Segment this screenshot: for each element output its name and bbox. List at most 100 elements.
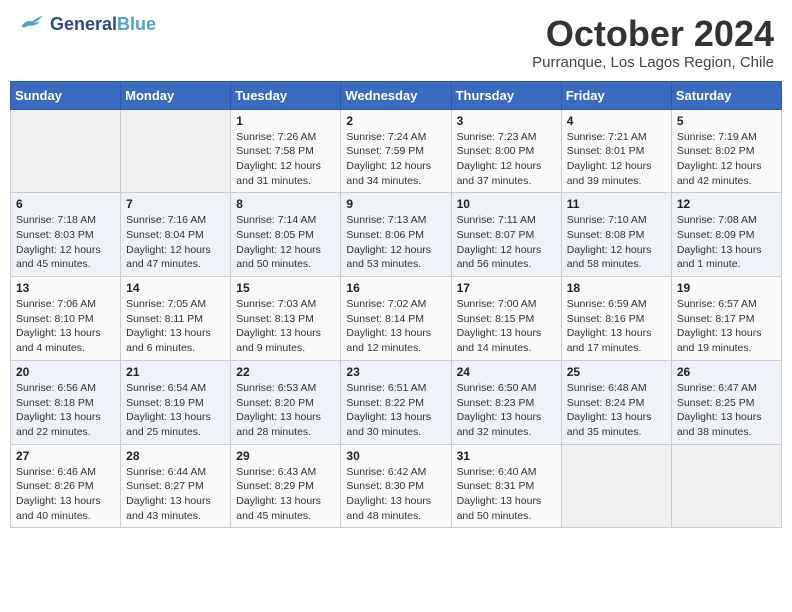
- calendar-week-2: 6 Sunrise: 7:18 AMSunset: 8:03 PMDaylight…: [11, 193, 782, 277]
- day-detail: Sunrise: 6:48 AMSunset: 8:24 PMDaylight:…: [567, 381, 666, 440]
- month-title: October 2024: [532, 14, 774, 54]
- logo-general: General: [50, 14, 117, 34]
- calendar-table: SundayMondayTuesdayWednesdayThursdayFrid…: [10, 81, 782, 529]
- calendar-cell: 27Sunrise: 6:46 AMSunset: 8:26 PMDayligh…: [11, 444, 121, 528]
- calendar-cell: 19Sunrise: 6:57 AMSunset: 8:17 PMDayligh…: [671, 277, 781, 361]
- day-detail: Sunrise: 6:40 AMSunset: 8:31 PMDaylight:…: [457, 465, 556, 524]
- day-number: 29: [236, 449, 335, 463]
- weekday-tuesday: Tuesday: [231, 81, 341, 109]
- location-subtitle: Purranque, Los Lagos Region, Chile: [532, 54, 774, 71]
- calendar-cell: 22Sunrise: 6:53 AMSunset: 8:20 PMDayligh…: [231, 360, 341, 444]
- day-number: 22: [236, 365, 335, 379]
- day-detail: Sunrise: 7:06 AMSunset: 8:10 PMDaylight:…: [16, 297, 115, 356]
- calendar-body: 1Sunrise: 7:26 AMSunset: 7:58 PMDaylight…: [11, 109, 782, 528]
- weekday-sunday: Sunday: [11, 81, 121, 109]
- day-number: 7: [126, 197, 225, 211]
- day-detail: Sunrise: 7:19 AMSunset: 8:02 PMDaylight:…: [677, 130, 776, 189]
- day-number: 26: [677, 365, 776, 379]
- calendar-cell: 9 Sunrise: 7:13 AMSunset: 8:06 PMDaylight…: [341, 193, 451, 277]
- day-number: 14: [126, 281, 225, 295]
- day-number: 9: [346, 197, 445, 211]
- calendar-cell: 17 Sunrise: 7:00 AMSunset: 8:15 PMDayligh…: [451, 277, 561, 361]
- day-number: 19: [677, 281, 776, 295]
- calendar-cell: 24 Sunrise: 6:50 AMSunset: 8:23 PMDayligh…: [451, 360, 561, 444]
- weekday-monday: Monday: [121, 81, 231, 109]
- day-number: 24: [457, 365, 556, 379]
- calendar-cell: 30Sunrise: 6:42 AMSunset: 8:30 PMDayligh…: [341, 444, 451, 528]
- calendar-cell: 25 Sunrise: 6:48 AMSunset: 8:24 PMDayligh…: [561, 360, 671, 444]
- day-detail: Sunrise: 7:02 AMSunset: 8:14 PMDaylight:…: [346, 297, 445, 356]
- day-detail: Sunrise: 7:05 AMSunset: 8:11 PMDaylight:…: [126, 297, 225, 356]
- calendar-cell: 18 Sunrise: 6:59 AMSunset: 8:16 PMDayligh…: [561, 277, 671, 361]
- day-detail: Sunrise: 7:10 AMSunset: 8:08 PMDaylight:…: [567, 213, 666, 272]
- day-detail: Sunrise: 6:50 AMSunset: 8:23 PMDaylight:…: [457, 381, 556, 440]
- day-number: 18: [567, 281, 666, 295]
- day-number: 15: [236, 281, 335, 295]
- calendar-cell: 2 Sunrise: 7:24 AMSunset: 7:59 PMDaylight…: [341, 109, 451, 193]
- weekday-friday: Friday: [561, 81, 671, 109]
- day-detail: Sunrise: 6:59 AMSunset: 8:16 PMDaylight:…: [567, 297, 666, 356]
- day-detail: Sunrise: 6:54 AMSunset: 8:19 PMDaylight:…: [126, 381, 225, 440]
- calendar-cell: 23 Sunrise: 6:51 AMSunset: 8:22 PMDayligh…: [341, 360, 451, 444]
- day-number: 5: [677, 114, 776, 128]
- weekday-header-row: SundayMondayTuesdayWednesdayThursdayFrid…: [11, 81, 782, 109]
- calendar-cell: 10 Sunrise: 7:11 AMSunset: 8:07 PMDayligh…: [451, 193, 561, 277]
- day-detail: Sunrise: 6:42 AMSunset: 8:30 PMDaylight:…: [346, 465, 445, 524]
- day-detail: Sunrise: 7:08 AMSunset: 8:09 PMDaylight:…: [677, 213, 776, 272]
- day-number: 20: [16, 365, 115, 379]
- day-number: 4: [567, 114, 666, 128]
- day-detail: Sunrise: 7:00 AMSunset: 8:15 PMDaylight:…: [457, 297, 556, 356]
- calendar-cell: 12 Sunrise: 7:08 AMSunset: 8:09 PMDayligh…: [671, 193, 781, 277]
- day-detail: Sunrise: 6:44 AMSunset: 8:27 PMDaylight:…: [126, 465, 225, 524]
- calendar-cell: 15 Sunrise: 7:03 AMSunset: 8:13 PMDayligh…: [231, 277, 341, 361]
- day-number: 23: [346, 365, 445, 379]
- calendar-week-3: 13Sunrise: 7:06 AMSunset: 8:10 PMDayligh…: [11, 277, 782, 361]
- calendar-cell: 5 Sunrise: 7:19 AMSunset: 8:02 PMDaylight…: [671, 109, 781, 193]
- calendar-week-5: 27Sunrise: 6:46 AMSunset: 8:26 PMDayligh…: [11, 444, 782, 528]
- calendar-cell: 6 Sunrise: 7:18 AMSunset: 8:03 PMDaylight…: [11, 193, 121, 277]
- day-detail: Sunrise: 7:18 AMSunset: 8:03 PMDaylight:…: [16, 213, 115, 272]
- calendar-header: SundayMondayTuesdayWednesdayThursdayFrid…: [11, 81, 782, 109]
- day-number: 28: [126, 449, 225, 463]
- weekday-wednesday: Wednesday: [341, 81, 451, 109]
- calendar-cell: 21 Sunrise: 6:54 AMSunset: 8:19 PMDayligh…: [121, 360, 231, 444]
- calendar-cell: 1Sunrise: 7:26 AMSunset: 7:58 PMDaylight…: [231, 109, 341, 193]
- day-number: 8: [236, 197, 335, 211]
- day-number: 31: [457, 449, 556, 463]
- calendar-cell: [671, 444, 781, 528]
- calendar-cell: 28 Sunrise: 6:44 AMSunset: 8:27 PMDayligh…: [121, 444, 231, 528]
- calendar-week-4: 20 Sunrise: 6:56 AMSunset: 8:18 PMDayligh…: [11, 360, 782, 444]
- calendar-cell: 31 Sunrise: 6:40 AMSunset: 8:31 PMDayligh…: [451, 444, 561, 528]
- calendar-cell: 20 Sunrise: 6:56 AMSunset: 8:18 PMDayligh…: [11, 360, 121, 444]
- calendar-cell: 29 Sunrise: 6:43 AMSunset: 8:29 PMDayligh…: [231, 444, 341, 528]
- weekday-thursday: Thursday: [451, 81, 561, 109]
- day-detail: Sunrise: 7:03 AMSunset: 8:13 PMDaylight:…: [236, 297, 335, 356]
- day-detail: Sunrise: 7:14 AMSunset: 8:05 PMDaylight:…: [236, 213, 335, 272]
- calendar-week-1: 1Sunrise: 7:26 AMSunset: 7:58 PMDaylight…: [11, 109, 782, 193]
- day-detail: Sunrise: 7:24 AMSunset: 7:59 PMDaylight:…: [346, 130, 445, 189]
- day-number: 25: [567, 365, 666, 379]
- day-detail: Sunrise: 6:43 AMSunset: 8:29 PMDaylight:…: [236, 465, 335, 524]
- day-number: 6: [16, 197, 115, 211]
- logo: GeneralBlue: [18, 14, 156, 35]
- day-number: 11: [567, 197, 666, 211]
- calendar-cell: 11 Sunrise: 7:10 AMSunset: 8:08 PMDayligh…: [561, 193, 671, 277]
- day-detail: Sunrise: 7:23 AMSunset: 8:00 PMDaylight:…: [457, 130, 556, 189]
- day-number: 12: [677, 197, 776, 211]
- day-number: 21: [126, 365, 225, 379]
- calendar-cell: 16Sunrise: 7:02 AMSunset: 8:14 PMDayligh…: [341, 277, 451, 361]
- day-detail: Sunrise: 6:56 AMSunset: 8:18 PMDaylight:…: [16, 381, 115, 440]
- day-detail: Sunrise: 7:21 AMSunset: 8:01 PMDaylight:…: [567, 130, 666, 189]
- weekday-saturday: Saturday: [671, 81, 781, 109]
- day-number: 2: [346, 114, 445, 128]
- day-detail: Sunrise: 6:51 AMSunset: 8:22 PMDaylight:…: [346, 381, 445, 440]
- day-number: 17: [457, 281, 556, 295]
- day-detail: Sunrise: 7:11 AMSunset: 8:07 PMDaylight:…: [457, 213, 556, 272]
- day-number: 10: [457, 197, 556, 211]
- calendar-cell: [121, 109, 231, 193]
- calendar-cell: 8 Sunrise: 7:14 AMSunset: 8:05 PMDaylight…: [231, 193, 341, 277]
- day-detail: Sunrise: 7:13 AMSunset: 8:06 PMDaylight:…: [346, 213, 445, 272]
- logo-blue-text: Blue: [117, 14, 156, 34]
- page-header: GeneralBlue October 2024 Purranque, Los …: [10, 10, 782, 75]
- calendar-cell: 26Sunrise: 6:47 AMSunset: 8:25 PMDayligh…: [671, 360, 781, 444]
